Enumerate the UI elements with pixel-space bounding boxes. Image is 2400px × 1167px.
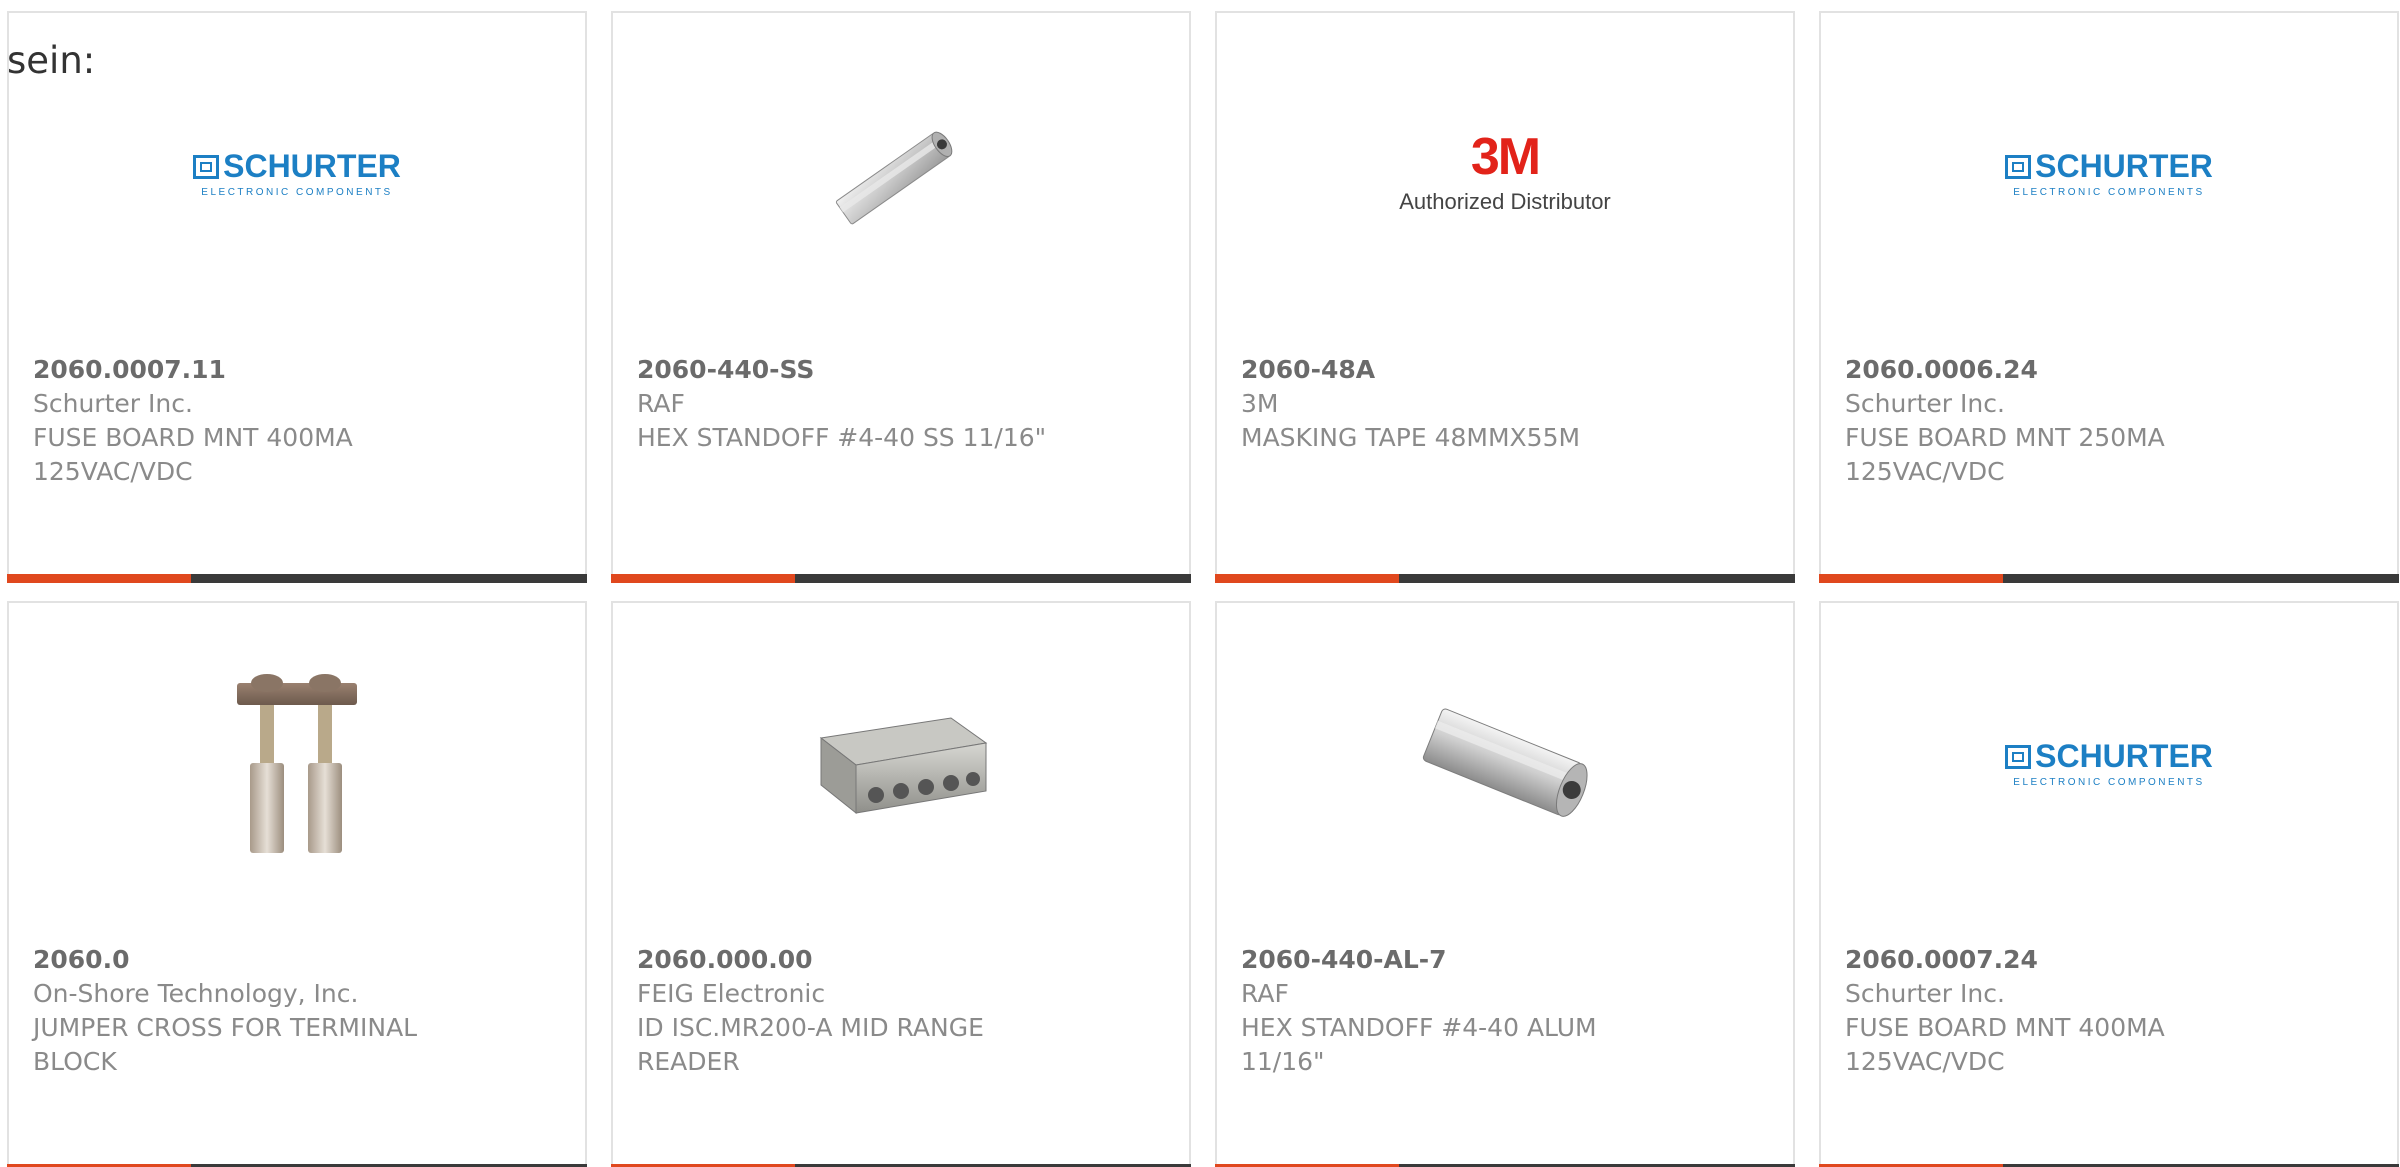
description: JUMPER CROSS FOR TERMINAL BLOCK (33, 1013, 418, 1076)
manufacturer: 3M (1241, 389, 1279, 418)
schurter-logo: SCHURTER ELECTRONIC COMPONENTS (2005, 738, 2213, 788)
card-accent-bar (7, 574, 191, 583)
part-number-link[interactable]: 2060-48A (1241, 353, 1769, 387)
description: HEX STANDOFF #4-40 SS 11/16" (637, 423, 1047, 452)
card-bottom-bar (611, 574, 1191, 583)
manufacturer: FEIG Electronic (637, 979, 826, 1008)
card-accent-bar (1819, 574, 2003, 583)
product-image[interactable]: SCHURTER ELECTRONIC COMPONENTS (2005, 663, 2213, 863)
part-number-link[interactable]: 2060-440-SS (637, 353, 1165, 387)
page: sein: SCHURTER ELECTRONIC COMPONENTS 206… (0, 0, 2400, 1167)
manufacturer: Schurter Inc. (1845, 389, 2005, 418)
description: MASKING TAPE 48MMX55M (1241, 423, 1581, 452)
product-card[interactable]: SCHURTER ELECTRONIC COMPONENTS 2060.0006… (1819, 11, 2399, 583)
card-bottom-bar (7, 574, 587, 583)
product-card[interactable]: 3M Authorized Distributor 2060-48A 3M MA… (1215, 11, 1795, 583)
product-image[interactable] (197, 663, 397, 863)
product-card[interactable]: 2060-440-SS RAF HEX STANDOFF #4-40 SS 11… (611, 11, 1191, 583)
product-info: 2060.0 On-Shore Technology, Inc. JUMPER … (33, 943, 561, 1079)
product-info: 2060.0007.11 Schurter Inc. FUSE BOARD MN… (33, 353, 561, 489)
product-card[interactable]: SCHURTER ELECTRONIC COMPONENTS 2060.0007… (7, 11, 587, 583)
product-info: 2060.000.00 FEIG Electronic ID ISC.MR200… (637, 943, 1165, 1079)
manufacturer: RAF (1241, 979, 1289, 1008)
schurter-logo: SCHURTER ELECTRONIC COMPONENTS (193, 148, 401, 198)
product-info: 2060-440-AL-7 RAF HEX STANDOFF #4-40 ALU… (1241, 943, 1769, 1079)
description: HEX STANDOFF #4-40 ALUM 11/16" (1241, 1013, 1597, 1076)
schurter-logo: SCHURTER ELECTRONIC COMPONENTS (2005, 148, 2213, 198)
manufacturer: Schurter Inc. (33, 389, 193, 418)
description: ID ISC.MR200-A MID RANGE READER (637, 1013, 984, 1076)
card-bottom-bar (1819, 574, 2399, 583)
product-image[interactable]: 3M Authorized Distributor (1385, 73, 1625, 273)
manufacturer: On-Shore Technology, Inc. (33, 979, 359, 1008)
product-image[interactable] (1405, 663, 1605, 863)
product-card[interactable]: 2060.000.00 FEIG Electronic ID ISC.MR200… (611, 601, 1191, 1167)
product-info: 2060.0006.24 Schurter Inc. FUSE BOARD MN… (1845, 353, 2373, 489)
product-grid: SCHURTER ELECTRONIC COMPONENTS 2060.0007… (7, 11, 2399, 1167)
reader-box-image (819, 717, 988, 815)
product-card[interactable]: 2060-440-AL-7 RAF HEX STANDOFF #4-40 ALU… (1215, 601, 1795, 1167)
part-number-link[interactable]: 2060.0007.11 (33, 353, 561, 387)
hex-standoff-image (1422, 708, 1588, 817)
card-accent-bar (611, 574, 795, 583)
product-image[interactable]: SCHURTER ELECTRONIC COMPONENTS (193, 73, 401, 273)
product-image[interactable]: SCHURTER ELECTRONIC COMPONENTS (2005, 73, 2213, 273)
part-number-link[interactable]: 2060.0007.24 (1845, 943, 2373, 977)
schurter-mark-icon (2005, 744, 2032, 769)
product-image[interactable] (801, 73, 1001, 273)
manufacturer: Schurter Inc. (1845, 979, 2005, 1008)
jumper-image (237, 674, 357, 853)
part-number-link[interactable]: 2060-440-AL-7 (1241, 943, 1769, 977)
description: FUSE BOARD MNT 400MA 125VAC/VDC (1845, 1013, 2165, 1076)
part-number-link[interactable]: 2060.000.00 (637, 943, 1165, 977)
card-accent-bar (1215, 574, 1399, 583)
product-image[interactable] (801, 663, 1001, 863)
product-info: 2060-48A 3M MASKING TAPE 48MMX55M (1241, 353, 1769, 455)
card-bottom-bar (1215, 574, 1795, 583)
manufacturer: RAF (637, 389, 685, 418)
part-number-link[interactable]: 2060.0006.24 (1845, 353, 2373, 387)
3m-logo: 3M Authorized Distributor (1399, 128, 1611, 214)
schurter-mark-icon (2005, 154, 2032, 179)
description: FUSE BOARD MNT 250MA 125VAC/VDC (1845, 423, 2165, 486)
stray-text: sein: (7, 39, 96, 82)
part-number-link[interactable]: 2060.0 (33, 943, 561, 977)
hex-standoff-image (835, 131, 953, 225)
description: FUSE BOARD MNT 400MA 125VAC/VDC (33, 423, 353, 486)
product-info: 2060.0007.24 Schurter Inc. FUSE BOARD MN… (1845, 943, 2373, 1079)
schurter-mark-icon (193, 154, 220, 179)
product-info: 2060-440-SS RAF HEX STANDOFF #4-40 SS 11… (637, 353, 1165, 455)
product-card[interactable]: 2060.0 On-Shore Technology, Inc. JUMPER … (7, 601, 587, 1167)
product-card[interactable]: SCHURTER ELECTRONIC COMPONENTS 2060.0007… (1819, 601, 2399, 1167)
